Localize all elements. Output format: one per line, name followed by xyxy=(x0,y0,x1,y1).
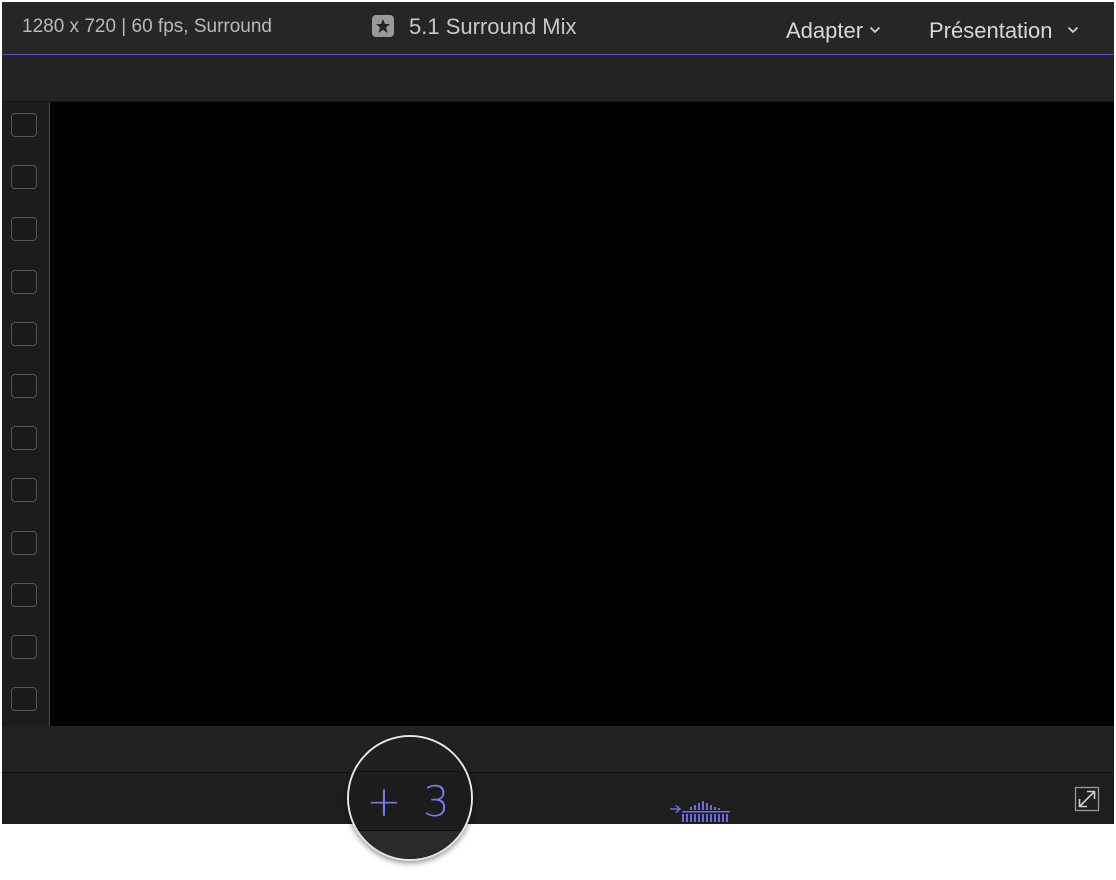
presentation-menu-button[interactable]: Présentation xyxy=(929,14,1079,44)
magnifier-upper-band xyxy=(349,737,471,772)
role-checkbox[interactable] xyxy=(11,635,37,659)
magnifier-lower-band xyxy=(349,831,471,859)
star-icon xyxy=(372,15,394,37)
app-window: 1280 x 720 | 60 fps, Surround 5.1 Surrou… xyxy=(2,2,1114,824)
bottom-bar xyxy=(2,773,1114,824)
role-checkbox[interactable] xyxy=(11,478,37,503)
lane-counter[interactable]: + 3 xyxy=(349,777,471,826)
lower-strip xyxy=(2,726,1114,773)
role-checkbox[interactable] xyxy=(11,374,37,398)
chevron-down-icon xyxy=(1067,14,1079,40)
magnifier-callout: + 3 xyxy=(347,735,473,861)
project-title: 5.1 Surround Mix xyxy=(409,14,577,39)
role-checkbox[interactable] xyxy=(11,426,37,451)
toolbar-strip xyxy=(2,55,1114,102)
video-viewer[interactable] xyxy=(50,102,1114,726)
role-checkbox[interactable] xyxy=(11,217,37,242)
fullscreen-icon[interactable] xyxy=(1074,786,1100,812)
role-checkbox[interactable] xyxy=(11,687,37,712)
role-checkbox[interactable] xyxy=(11,530,37,555)
role-checkbox[interactable] xyxy=(11,582,37,607)
chevron-down-icon xyxy=(869,14,881,40)
viewer-titlebar: 1280 x 720 | 60 fps, Surround 5.1 Surrou… xyxy=(2,2,1114,55)
format-info-label: 1280 x 720 | 60 fps, Surround xyxy=(22,16,272,37)
role-checkbox[interactable] xyxy=(11,113,37,137)
role-checkbox[interactable] xyxy=(11,269,37,294)
role-checkbox[interactable] xyxy=(11,321,37,346)
adapter-menu-button[interactable]: Adapter xyxy=(786,14,881,44)
audio-meter-icon[interactable] xyxy=(668,795,732,823)
presentation-menu-label: Présentation xyxy=(929,18,1053,43)
roles-checkbox-column xyxy=(2,102,50,726)
role-checkbox[interactable] xyxy=(11,165,37,190)
adapter-menu-label: Adapter xyxy=(786,18,864,43)
